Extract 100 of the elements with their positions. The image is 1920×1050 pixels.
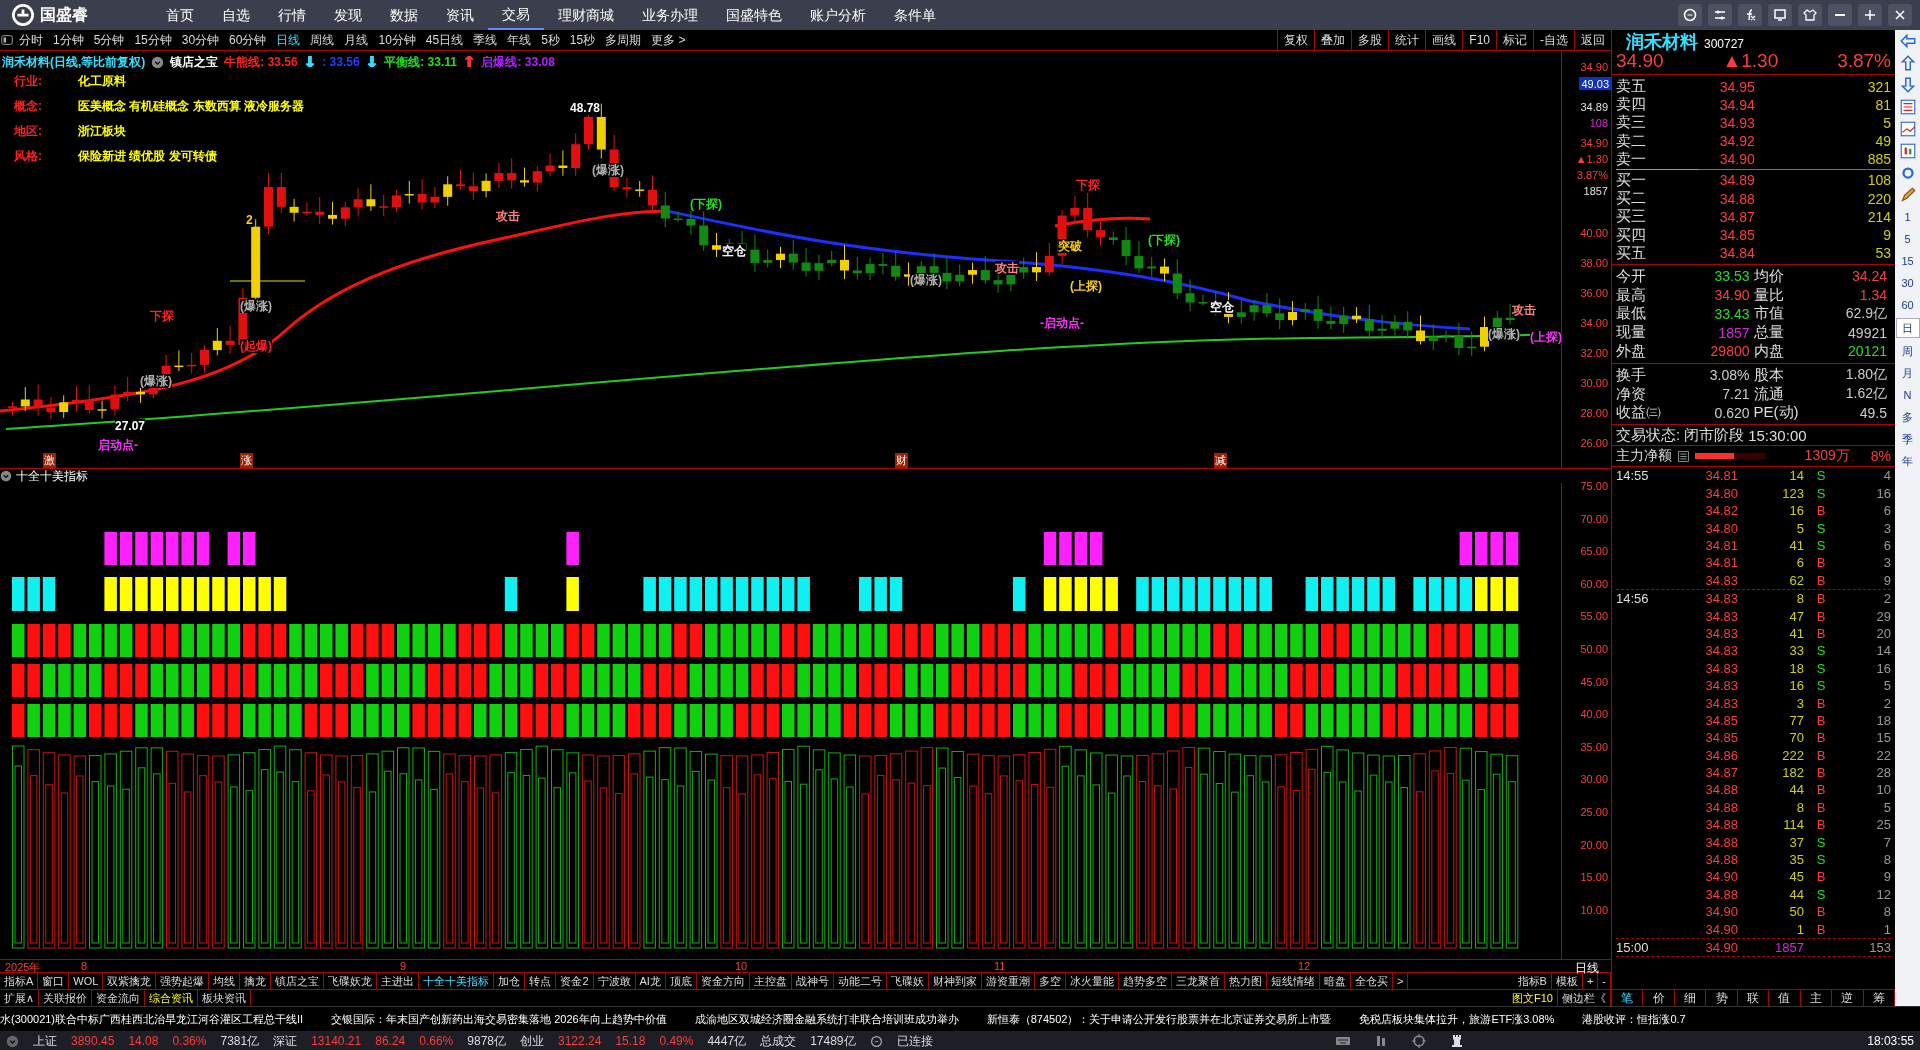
indicator-tab[interactable]: >	[1392, 973, 1409, 989]
menu-tab[interactable]: 资讯	[432, 0, 488, 30]
indicator-tab[interactable]: 宁波敢	[593, 973, 636, 989]
period-shortcut[interactable]: 季	[1896, 430, 1919, 448]
period-tab[interactable]: 15秒	[564, 31, 601, 49]
menu-tab[interactable]: 自选	[208, 0, 264, 30]
indicator-tab[interactable]: 镇店之宝	[271, 973, 325, 989]
indicator-tab[interactable]: +	[1582, 973, 1599, 989]
period-tab[interactable]: 日线	[271, 31, 306, 49]
indicator-tab[interactable]: 顶底	[665, 973, 697, 989]
indicator-tab[interactable]: 双紫擒龙	[103, 973, 157, 989]
chart-tool-button[interactable]: 统计	[1388, 30, 1426, 50]
period-shortcut[interactable]: 1	[1896, 208, 1919, 226]
chart-tool-button[interactable]: F10	[1462, 30, 1496, 50]
news-ticker-item[interactable]: 水(300021)联合中标广西桂西北治旱龙江河谷灌区工程总干线II	[0, 1011, 304, 1027]
period-shortcut[interactable]: 日	[1895, 318, 1920, 338]
menu-tab[interactable]: 账户分析	[796, 0, 880, 30]
indicator-tab[interactable]: 模板	[1551, 973, 1583, 989]
period-tab[interactable]: 分时	[14, 31, 48, 49]
chart-tool-button[interactable]: 复权	[1277, 30, 1315, 50]
period-tab[interactable]: 1分钟	[48, 31, 89, 49]
period-shortcut[interactable]: 周	[1896, 342, 1919, 360]
news-ticker-item[interactable]: 交银国际：年末国产创新药出海交易密集落地 2026年向上趋势中价值	[331, 1011, 667, 1027]
indicator-tab[interactable]: 主进出	[377, 973, 420, 989]
period-tab[interactable]: 更多 >	[646, 31, 691, 49]
menu-tab[interactable]: 业务办理	[628, 0, 712, 30]
news-ticker-item[interactable]: 港股收评：恒指涨0.7	[1582, 1011, 1686, 1027]
indicator-tab[interactable]: 加仓	[494, 973, 526, 989]
shirt-button[interactable]	[1798, 4, 1822, 26]
indicator-tab[interactable]: 动能二号	[833, 973, 887, 989]
period-shortcut[interactable]: 30	[1896, 274, 1919, 292]
indicator-tab[interactable]: 暗盘	[1319, 973, 1351, 989]
chat-button[interactable]	[1678, 4, 1702, 26]
menu-tab[interactable]: 数据	[376, 0, 432, 30]
monitor-button[interactable]	[1768, 4, 1792, 26]
maximize-button[interactable]	[1858, 4, 1882, 26]
period-tab[interactable]: 周线	[305, 31, 340, 49]
news-ticker-item[interactable]: 新恒泰（874502）：关于申请公开发行股票并在北京证券交易所上市暨	[986, 1011, 1332, 1027]
period-tab[interactable]: 5分钟	[88, 31, 130, 49]
indicator-tab[interactable]: 指标B	[1513, 973, 1552, 989]
chart-tool-button[interactable]: -自选	[1533, 30, 1574, 50]
period-tab[interactable]: 5秒	[536, 31, 565, 49]
period-shortcut[interactable]: 15	[1896, 252, 1919, 270]
period-shortcut[interactable]: 月	[1896, 364, 1919, 382]
menu-tab[interactable]: 交易	[488, 0, 544, 30]
news-ticker-item[interactable]: 免税店板块集体拉升，旅游ETF涨3.08%	[1359, 1011, 1555, 1027]
menu-tab[interactable]: 条件单	[880, 0, 950, 30]
close-button[interactable]	[1888, 4, 1912, 26]
indicator-tab[interactable]: 均线	[209, 973, 241, 989]
function-button[interactable]	[1738, 4, 1762, 26]
indicator-tab[interactable]: AI龙	[635, 973, 666, 989]
indicator-tab[interactable]: -	[1598, 973, 1611, 989]
chart-tool-button[interactable]: 画线	[1425, 30, 1463, 50]
period-tab[interactable]: 多周期	[600, 31, 647, 49]
indicator-tab[interactable]: 资金方向	[696, 973, 750, 989]
chart-tool-button[interactable]: 叠加	[1314, 30, 1352, 50]
period-tab[interactable]: 15分钟	[129, 31, 177, 49]
period-shortcut[interactable]: 5	[1896, 230, 1919, 248]
indicator-tab[interactable]: WOL	[69, 973, 104, 989]
period-tab[interactable]: 45日线	[420, 31, 469, 49]
indicator-tab[interactable]: 资金2	[556, 973, 594, 989]
period-shortcut[interactable]: 60	[1896, 296, 1919, 314]
menu-tab[interactable]: 理财商城	[544, 0, 628, 30]
indicator-tab[interactable]: 趋势多空	[1118, 973, 1172, 989]
period-tab[interactable]: 60分钟	[224, 31, 272, 49]
indicator-tab[interactable]: 飞碟妖	[886, 973, 929, 989]
period-tab[interactable]: 10分钟	[373, 31, 421, 49]
indicator-tab[interactable]: 财神到家	[928, 973, 982, 989]
indicator-tab[interactable]: 短线情绪	[1266, 973, 1320, 989]
period-tab[interactable]: 季线	[468, 31, 503, 49]
chart-tool-button[interactable]: 返回	[1574, 30, 1611, 50]
chart-tool-button[interactable]: 标记	[1496, 30, 1533, 50]
indicator-tab[interactable]: 转点	[525, 973, 557, 989]
menu-tab[interactable]: 国盛特色	[712, 0, 796, 30]
indicator-tab[interactable]: 战神号	[791, 973, 834, 989]
indicator-tab[interactable]: 多空	[1034, 973, 1066, 989]
period-shortcut[interactable]: N	[1896, 386, 1919, 404]
news-ticker-item[interactable]: 成渝地区双城经济圈金融系统打非联合培训班成功举办	[694, 1011, 959, 1027]
menu-tab[interactable]: 行情	[264, 0, 320, 30]
minimize-button[interactable]	[1828, 4, 1852, 26]
indicator-tab[interactable]: 游资重潮	[981, 973, 1035, 989]
period-tab[interactable]: 年线	[502, 31, 537, 49]
indicator-tab[interactable]: 飞碟妖龙	[324, 973, 378, 989]
indicator-tab[interactable]: 热力图	[1224, 973, 1267, 989]
indicator-tab[interactable]: 擒龙	[240, 973, 272, 989]
period-tab[interactable]: 月线	[339, 31, 374, 49]
indicator-tab[interactable]: 十全十美指标	[419, 973, 495, 989]
period-shortcut[interactable]: 年	[1896, 452, 1919, 470]
indicator-tab[interactable]: 主控盘	[749, 973, 792, 989]
indicator-tab[interactable]: 窗口	[38, 973, 70, 989]
period-tab[interactable]: 30分钟	[176, 31, 225, 49]
indicator-tab[interactable]: 强势起爆	[156, 973, 210, 989]
menu-tab[interactable]: 首页	[152, 0, 208, 30]
indicator-tab[interactable]: 全仓买	[1350, 973, 1393, 989]
period-shortcut[interactable]: 多	[1896, 408, 1919, 426]
indicator-tab[interactable]: 指标A	[0, 973, 39, 989]
menu-tab[interactable]: 发现	[320, 0, 376, 30]
sliders-button[interactable]	[1708, 4, 1732, 26]
indicator-tab[interactable]: 冰火量能	[1065, 973, 1119, 989]
indicator-tab[interactable]: 三龙聚首	[1171, 973, 1225, 989]
